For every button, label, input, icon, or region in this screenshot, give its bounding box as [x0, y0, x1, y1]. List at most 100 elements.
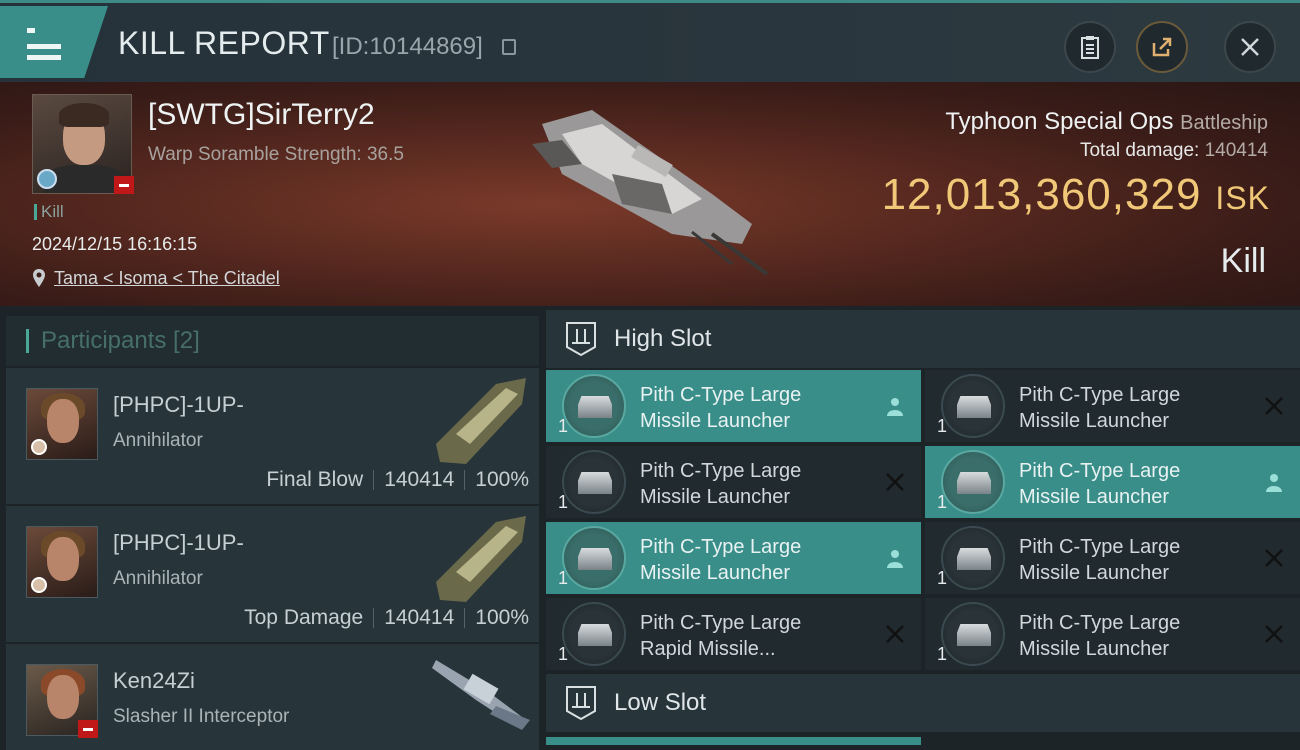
module-quantity: 1 — [558, 416, 569, 436]
participant-ship-image — [432, 660, 530, 730]
module-name: Pith C-Type Large Missile Launcher — [1019, 536, 1181, 584]
victim-ship-image — [532, 110, 769, 276]
missile-launcher-icon — [562, 526, 626, 590]
x-icon — [1265, 549, 1283, 567]
isk-amount: 12,013,360,329 — [881, 170, 1202, 219]
module-name: Pith C-Type Large Missile Launcher — [640, 536, 802, 584]
high-slot-icon — [566, 322, 596, 357]
module-slot[interactable]: 1 Pith C-Type Large Missile Launcher — [546, 446, 921, 518]
rapid-missile-launcher-icon — [562, 602, 626, 666]
close-button[interactable] — [1224, 21, 1276, 73]
high-slot-header: High Slot — [546, 310, 1300, 368]
module-quantity: 1 — [937, 644, 948, 664]
share-button[interactable] — [1136, 21, 1188, 73]
pilot-icon — [1266, 474, 1282, 492]
minus-status-icon — [114, 176, 134, 194]
participant-ship: Annihilator — [113, 430, 203, 451]
module-quantity: 1 — [937, 568, 948, 588]
module-name: Pith C-Type Large Missile Launcher — [1019, 612, 1181, 660]
isk-value: 12,013,360,329 ISK — [882, 170, 1270, 220]
missile-launcher-icon — [941, 450, 1005, 514]
module-name: Pith C-Type Large Missile Launcher — [640, 384, 802, 432]
top-bar: KILL REPORT [ID:10144869] — [0, 0, 1300, 82]
menu-icon — [27, 26, 61, 66]
share-icon — [1152, 37, 1172, 57]
module-slot[interactable]: 1 Pith C-Type Large Missile Launcher — [925, 598, 1300, 670]
participant-damage: 140414 — [384, 606, 455, 629]
isk-unit: ISK — [1215, 180, 1270, 216]
low-slot-icon — [566, 686, 596, 721]
kill-result: Kill — [1220, 242, 1266, 280]
participants-panel: Participants [2] [PHPC]-1UP- Annihilator… — [6, 316, 539, 750]
missile-launcher-icon — [941, 526, 1005, 590]
low-slot-header: Low Slot — [546, 674, 1300, 732]
high-slot-grid: 1 Pith C-Type Large Missile Launcher 1 Pi… — [546, 370, 1300, 670]
participant-role: Final Blow — [266, 468, 364, 491]
participant-ship: Annihilator — [113, 568, 203, 589]
low-slot-grid-peek — [546, 732, 1300, 750]
participant-name: [PHPC]-1UP- — [113, 392, 244, 417]
module-slot[interactable]: 1 Pith C-Type Large Missile Launcher — [925, 446, 1300, 518]
module-name: Pith C-Type Large Missile Launcher — [640, 460, 802, 508]
x-icon — [1265, 625, 1283, 643]
missile-launcher-icon — [941, 602, 1005, 666]
module-name: Pith C-Type Large Missile Launcher — [1019, 460, 1181, 508]
total-damage: Total damage: 140414 — [1080, 140, 1268, 162]
participant-ship: Slasher II Interceptor — [113, 706, 290, 727]
module-slot[interactable]: 1 Pith C-Type Large Missile Launcher — [925, 522, 1300, 594]
victim-ship-class: Battleship — [1180, 112, 1268, 134]
minus-status-icon — [78, 720, 98, 738]
menu-button[interactable] — [0, 6, 108, 78]
clipboard-button[interactable] — [1064, 21, 1116, 73]
module-slot[interactable]: 1 Pith C-Type Large Missile Launcher — [925, 370, 1300, 442]
victim-ship: Typhoon Special Ops Battleship — [945, 108, 1268, 136]
total-damage-value: 140414 — [1204, 140, 1268, 161]
module-quantity: 1 — [558, 644, 569, 664]
participant-percent: 100% — [475, 468, 529, 491]
kill-location-link[interactable]: Tama < Isoma < The Citadel — [54, 268, 280, 289]
fist-icon — [31, 577, 47, 593]
victim-ship-name[interactable]: Typhoon Special Ops — [945, 108, 1173, 135]
participant-row[interactable]: [PHPC]-1UP- Annihilator Top Damage 140414… — [6, 506, 539, 642]
low-slot-label: Low Slot — [614, 689, 707, 716]
participants-header: Participants [2] — [6, 316, 539, 366]
missile-launcher-icon — [562, 450, 626, 514]
kill-tag: Kill — [34, 203, 64, 220]
module-slot[interactable]: 1 Pith C-Type Large Missile Launcher — [546, 522, 921, 594]
copy-icon[interactable] — [502, 39, 516, 55]
participants-title: Participants [2] — [41, 327, 200, 354]
page-title: KILL REPORT — [118, 25, 330, 61]
participant-ship-image — [436, 516, 526, 602]
victim-name[interactable]: [SWTG]SirTerry2 — [148, 98, 375, 132]
x-icon — [886, 473, 904, 491]
module-slot[interactable]: 1 Pith C-Type Large Rapid Missile... — [546, 598, 921, 670]
participant-damage: 140414 — [384, 468, 455, 491]
high-slot-label: High Slot — [614, 325, 712, 352]
participant-row[interactable]: Ken24Zi Slasher II Interceptor — [6, 644, 539, 750]
module-slot[interactable]: 1 Pith C-Type Large Missile Launcher — [546, 370, 921, 442]
missile-launcher-icon — [562, 374, 626, 438]
participant-percent: 100% — [475, 606, 529, 629]
fist-icon — [31, 439, 47, 455]
participant-name: Ken24Zi — [113, 668, 195, 693]
participant-role: Top Damage — [244, 606, 364, 629]
participant-row[interactable]: [PHPC]-1UP- Annihilator Final Blow 140414… — [6, 368, 539, 504]
participant-avatar — [26, 388, 98, 460]
fitting-panel: High Slot 1 Pith C-Type Large Missile Lau… — [546, 310, 1300, 750]
participant-stats: Final Blow 140414 100% — [266, 468, 529, 492]
module-quantity: 1 — [937, 492, 948, 512]
participant-ship-image — [436, 378, 526, 464]
report-id: [ID:10144869] — [332, 33, 483, 60]
module-quantity: 1 — [937, 416, 948, 436]
module-quantity: 1 — [558, 568, 569, 588]
close-icon — [1241, 38, 1259, 56]
clipboard-icon — [1081, 36, 1099, 59]
location-pin-icon — [33, 269, 45, 287]
participant-stats: Top Damage 140414 100% — [244, 606, 529, 630]
module-name: Pith C-Type Large Rapid Missile... — [640, 612, 802, 660]
victim-banner: [SWTG]SirTerry2 Warp Soramble Strength: … — [0, 82, 1300, 306]
x-icon — [886, 625, 904, 643]
corp-logo-icon — [37, 169, 57, 189]
x-icon — [1265, 397, 1283, 415]
pilot-icon — [887, 550, 903, 568]
